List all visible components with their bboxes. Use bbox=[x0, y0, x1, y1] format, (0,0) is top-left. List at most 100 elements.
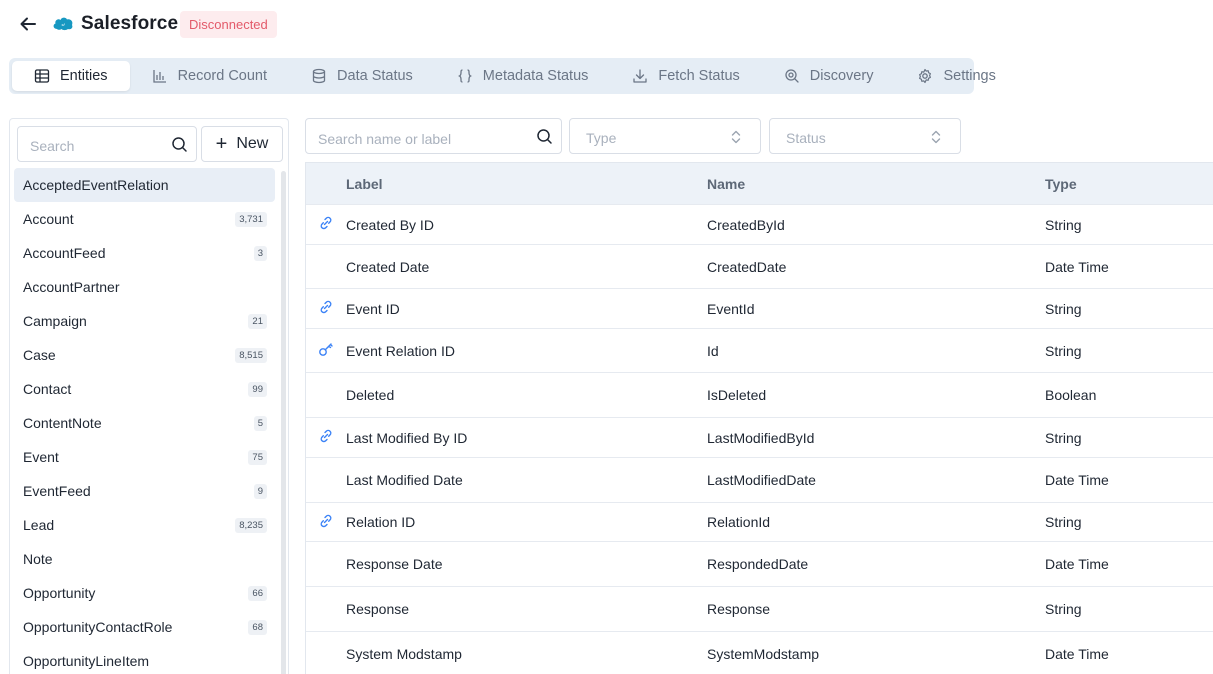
field-label: Relation ID bbox=[346, 514, 416, 530]
field-label: Created Date bbox=[346, 258, 430, 275]
back-arrow-icon[interactable] bbox=[16, 12, 40, 36]
entity-count-badge: 99 bbox=[248, 381, 267, 397]
field-label: Event Relation ID bbox=[346, 342, 455, 359]
entity-name: AccountPartner bbox=[23, 279, 120, 295]
status-badge: Disconnected bbox=[180, 11, 277, 38]
table-header: Label Name Type bbox=[306, 163, 1213, 204]
field-label: Last Modified By ID bbox=[346, 429, 468, 446]
entity-item[interactable]: AccountFeed 3 bbox=[14, 236, 275, 270]
table-row[interactable]: Created Date CreatedDate Date Time bbox=[306, 244, 1213, 288]
field-name: IsDeleted bbox=[707, 387, 767, 403]
app-title: Salesforce bbox=[81, 13, 179, 34]
entity-search-input[interactable]: Search bbox=[17, 126, 197, 162]
field-name: LastModifiedDate bbox=[707, 472, 816, 488]
field-label: Event ID bbox=[346, 300, 400, 317]
entity-item[interactable]: AccountPartner bbox=[14, 270, 275, 304]
gear-icon bbox=[917, 68, 933, 84]
entity-item[interactable]: Account 3,731 bbox=[14, 202, 275, 236]
tab-record-count[interactable]: Record Count bbox=[130, 61, 289, 91]
database-icon bbox=[311, 68, 327, 84]
tab-metadata-status[interactable]: Metadata Status bbox=[435, 61, 611, 91]
entity-name: Event bbox=[23, 449, 59, 465]
table-row[interactable]: Response Response String bbox=[306, 586, 1213, 631]
field-name: CreatedDate bbox=[707, 258, 787, 275]
field-name: RespondedDate bbox=[707, 556, 809, 572]
status-select[interactable]: Status bbox=[769, 118, 961, 154]
table-row[interactable]: Event ID EventId String bbox=[306, 288, 1213, 328]
tab-discovery[interactable]: Discovery bbox=[762, 61, 896, 91]
field-name: EventId bbox=[707, 300, 755, 317]
link-icon bbox=[318, 215, 334, 234]
tab-entities[interactable]: Entities bbox=[12, 61, 130, 91]
field-label: Response bbox=[346, 601, 410, 617]
tab-data-status[interactable]: Data Status bbox=[289, 61, 435, 91]
new-entity-button[interactable]: + New bbox=[201, 126, 283, 162]
table-row[interactable]: Event Relation ID Id String bbox=[306, 328, 1213, 372]
entity-count-badge: 8,235 bbox=[235, 517, 267, 533]
status-placeholder: Status bbox=[786, 130, 826, 146]
field-label: Deleted bbox=[346, 387, 395, 403]
table-row[interactable]: Deleted IsDeleted Boolean bbox=[306, 372, 1213, 417]
column-header-name[interactable]: Name bbox=[707, 176, 1045, 192]
field-type: String bbox=[1045, 300, 1082, 317]
entity-name: Note bbox=[23, 551, 53, 567]
entity-count-badge: 9 bbox=[253, 483, 267, 499]
table-row[interactable]: Relation ID RelationId String bbox=[306, 502, 1213, 541]
table-row[interactable]: Response Date RespondedDate Date Time bbox=[306, 541, 1213, 586]
entity-name: AcceptedEventRelation bbox=[23, 177, 169, 193]
table-row[interactable]: Created By ID CreatedById String bbox=[306, 204, 1213, 244]
field-type: Boolean bbox=[1045, 387, 1097, 403]
tab-fetch-status[interactable]: Fetch Status bbox=[610, 61, 761, 91]
entity-item[interactable]: EventFeed 9 bbox=[14, 474, 275, 508]
fields-table: Label Name Type Created By ID CreatedByI… bbox=[305, 162, 1213, 674]
entity-item[interactable]: Lead 8,235 bbox=[14, 508, 275, 542]
entity-name: Lead bbox=[23, 517, 55, 533]
entity-item[interactable]: Opportunity 66 bbox=[14, 576, 275, 610]
entity-name: EventFeed bbox=[23, 483, 91, 499]
entity-item[interactable]: Campaign 21 bbox=[14, 304, 275, 338]
field-type: Date Time bbox=[1045, 258, 1109, 275]
column-header-type[interactable]: Type bbox=[1045, 176, 1213, 192]
entity-count-badge: 75 bbox=[248, 449, 267, 465]
entity-name: OpportunityContactRole bbox=[23, 619, 173, 635]
search-icon[interactable] bbox=[536, 128, 553, 145]
field-type: String bbox=[1045, 429, 1082, 446]
field-name: Id bbox=[707, 342, 719, 359]
link-icon bbox=[318, 428, 334, 447]
discovery-icon bbox=[784, 68, 800, 84]
entity-item[interactable]: ContentNote 5 bbox=[14, 406, 275, 440]
entity-item[interactable]: OpportunityLineItem bbox=[14, 644, 275, 674]
field-name: Response bbox=[707, 601, 771, 617]
entity-count-badge: 66 bbox=[248, 585, 267, 601]
table-row[interactable]: System Modstamp SystemModstamp Date Time bbox=[306, 631, 1213, 674]
tab-label: Record Count bbox=[177, 68, 268, 84]
search-icon[interactable] bbox=[171, 136, 188, 153]
entity-name: AccountFeed bbox=[23, 245, 106, 261]
entity-count-badge: 21 bbox=[248, 313, 267, 329]
entity-item[interactable]: AcceptedEventRelation bbox=[14, 168, 275, 202]
tab-label: Discovery bbox=[809, 68, 874, 84]
field-type: Date Time bbox=[1045, 556, 1109, 572]
field-search-input[interactable]: Search name or label bbox=[305, 118, 562, 154]
field-label: Last Modified Date bbox=[346, 472, 463, 488]
entity-item[interactable]: Event 75 bbox=[14, 440, 275, 474]
entity-item[interactable]: Contact 99 bbox=[14, 372, 275, 406]
column-header-label[interactable]: Label bbox=[346, 176, 707, 192]
table-row[interactable]: Last Modified Date LastModifiedDate Date… bbox=[306, 457, 1213, 502]
search-placeholder: Search name or label bbox=[318, 131, 452, 147]
entity-name: Case bbox=[23, 347, 56, 363]
salesforce-logo-icon: sf bbox=[52, 15, 74, 31]
entity-item[interactable]: Case 8,515 bbox=[14, 338, 275, 372]
tab-label: Fetch Status bbox=[658, 68, 740, 84]
download-icon bbox=[632, 68, 648, 84]
field-label: Created By ID bbox=[346, 216, 434, 233]
entity-list-scrollbar[interactable] bbox=[281, 171, 286, 674]
entity-name: OpportunityLineItem bbox=[23, 653, 150, 669]
type-select[interactable]: Type bbox=[569, 118, 761, 154]
entity-sidebar: Search + New AcceptedEventRelation Accou… bbox=[9, 118, 289, 674]
tab-settings[interactable]: Settings bbox=[895, 61, 1017, 91]
entity-item[interactable]: OpportunityContactRole 68 bbox=[14, 610, 275, 644]
table-row[interactable]: Last Modified By ID LastModifiedById Str… bbox=[306, 417, 1213, 457]
search-placeholder: Search bbox=[30, 138, 75, 154]
entity-item[interactable]: Note bbox=[14, 542, 275, 576]
